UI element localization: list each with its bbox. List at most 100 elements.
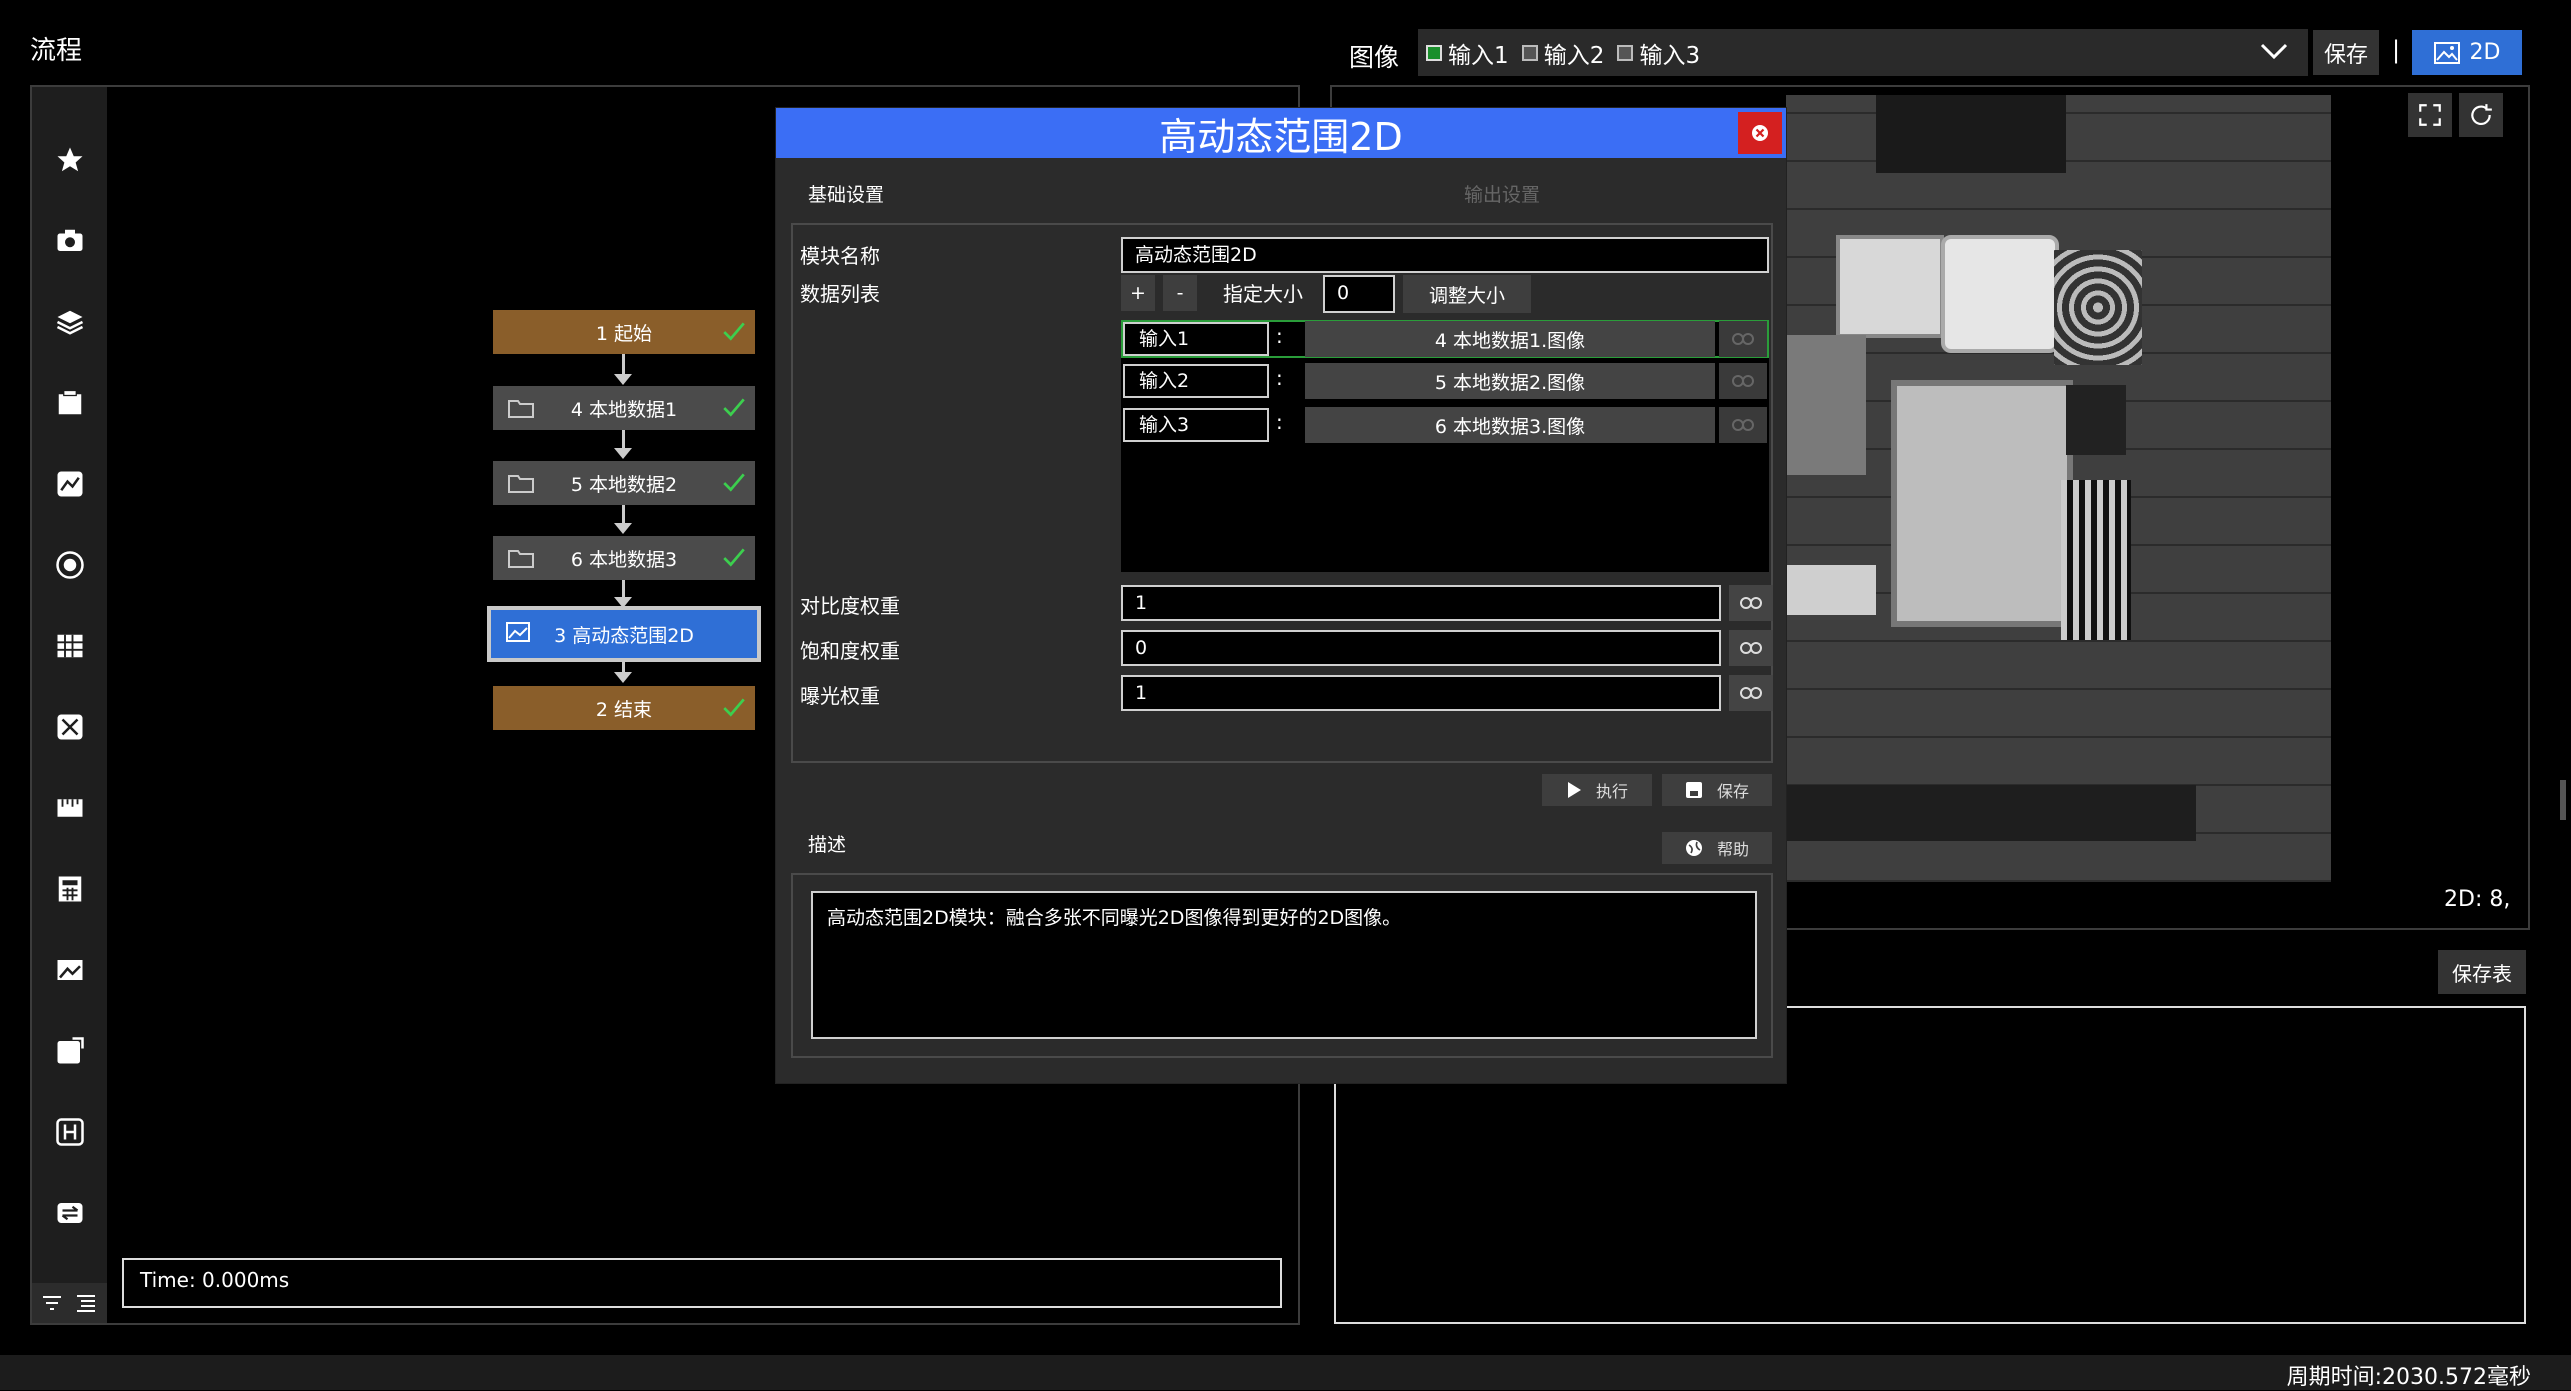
- node-label: 3 高动态范围2D: [554, 624, 694, 647]
- input2-checkbox[interactable]: 输入2: [1521, 29, 1605, 76]
- folder-icon: [508, 475, 534, 493]
- list-row-name[interactable]: 输入3: [1123, 408, 1269, 442]
- list-icon[interactable]: [74, 1291, 98, 1315]
- status-bar: 周期时间:2030.572毫秒: [0, 1355, 2571, 1390]
- input1-checkbox[interactable]: 输入1: [1426, 29, 1509, 76]
- flow-node-local-data-1[interactable]: 4 本地数据1: [493, 386, 755, 430]
- remove-row-button[interactable]: -: [1163, 275, 1197, 311]
- egg-tray: [2054, 250, 2142, 365]
- save-button[interactable]: 保存: [1662, 774, 1772, 806]
- basic-settings-section: 模块名称 高动态范围2D 数据列表 + - 指定大小 0 调整大小 输入1 : …: [791, 223, 1773, 763]
- list-row-name[interactable]: 输入2: [1123, 364, 1269, 398]
- flow-node-start[interactable]: 1 起始: [493, 310, 755, 354]
- play-icon: [1567, 782, 1581, 798]
- save-image-button[interactable]: 保存: [2313, 30, 2379, 75]
- floppy-icon: [1685, 782, 1702, 798]
- contrast-link-button[interactable]: [1729, 585, 1773, 621]
- coordinate-readout: 2D: 8,: [2444, 887, 2511, 912]
- tab-output-settings[interactable]: 输出设置: [1464, 180, 1540, 207]
- checkbox-box: [1426, 44, 1442, 61]
- flow-node-local-data-3[interactable]: 6 本地数据3: [493, 536, 755, 580]
- add-row-button[interactable]: +: [1121, 275, 1155, 311]
- check-icon: [723, 698, 745, 717]
- flow-connector: [622, 354, 625, 376]
- fullscreen-button[interactable]: [2408, 93, 2452, 137]
- camera-image[interactable]: [1786, 95, 2331, 882]
- node-label: 4 本地数据1: [570, 398, 678, 421]
- run-button[interactable]: 执行: [1542, 774, 1652, 806]
- transfer-icon[interactable]: [52, 1195, 88, 1231]
- picture-icon[interactable]: [52, 952, 88, 988]
- description-text: 高动态范围2D模块：融合多张不同曝光2D图像得到更好的2D图像。: [811, 891, 1757, 1039]
- save-label: 保存: [1716, 782, 1749, 801]
- flow-node-end[interactable]: 2 结束: [493, 686, 755, 730]
- white-container: [1941, 235, 2059, 353]
- exposure-link-button[interactable]: [1729, 675, 1773, 711]
- list-row-value[interactable]: 5 本地数据2.图像: [1305, 363, 1715, 399]
- list-row-value[interactable]: 4 本地数据1.图像: [1305, 321, 1715, 357]
- flow-node-local-data-2[interactable]: 5 本地数据2: [493, 461, 755, 505]
- dialog-title: 高动态范围2D: [776, 108, 1786, 159]
- tray-box: [1891, 380, 2073, 627]
- calculator-icon[interactable]: [52, 871, 88, 907]
- module-name-label: 模块名称: [800, 244, 880, 268]
- view-2d-button[interactable]: 2D: [2412, 30, 2522, 75]
- checkbox-box: [1617, 44, 1634, 61]
- close-icon: [1752, 125, 1768, 141]
- chevron-down-icon[interactable]: [2258, 35, 2290, 67]
- input2-label: 输入2: [1543, 42, 1605, 69]
- data-list: 输入1 : 4 本地数据1.图像 输入2 : 5 本地数据2.图像 输入3 : …: [1121, 320, 1769, 572]
- star-icon[interactable]: [52, 142, 88, 178]
- contrast-weight-input[interactable]: 1: [1121, 585, 1721, 621]
- flow-arrow: [614, 448, 632, 459]
- list-row-name[interactable]: 输入1: [1123, 322, 1269, 356]
- module-name-input[interactable]: 高动态范围2D: [1121, 237, 1769, 273]
- view-2d-label: 2D: [2469, 40, 2501, 65]
- link-icon: [1732, 375, 1754, 387]
- cycle-time: 周期时间:2030.572毫秒: [2286, 1365, 2531, 1390]
- node-label: 2 结束: [595, 698, 653, 721]
- flow-arrow: [614, 523, 632, 534]
- folder-icon: [508, 400, 534, 418]
- splitter-handle[interactable]: [2560, 780, 2566, 820]
- filter-icon[interactable]: [40, 1291, 64, 1315]
- dark-object: [1876, 95, 2066, 173]
- input3-checkbox[interactable]: 输入3: [1617, 29, 1700, 76]
- saturation-link-button[interactable]: [1729, 630, 1773, 666]
- help-button[interactable]: 帮助: [1662, 832, 1772, 864]
- globe-icon: [1685, 840, 1702, 856]
- row-link-button[interactable]: [1719, 321, 1767, 357]
- contrast-weight-label: 对比度权重: [800, 594, 900, 618]
- clipboard-icon[interactable]: [52, 385, 88, 421]
- save-table-button[interactable]: 保存表: [2438, 950, 2526, 994]
- resize-button[interactable]: 调整大小: [1403, 275, 1531, 313]
- calibrate-icon[interactable]: [52, 709, 88, 745]
- link-icon: [1740, 597, 1762, 609]
- saturation-weight-input[interactable]: 0: [1121, 630, 1721, 666]
- refresh-button[interactable]: [2459, 93, 2503, 137]
- link-icon: [1740, 687, 1762, 699]
- target-icon[interactable]: [52, 547, 88, 583]
- size-input[interactable]: 0: [1323, 275, 1395, 313]
- layers-icon[interactable]: [52, 304, 88, 340]
- row-link-button[interactable]: [1719, 407, 1767, 443]
- list-row-value[interactable]: 6 本地数据3.图像: [1305, 407, 1715, 443]
- close-button[interactable]: [1738, 112, 1782, 154]
- flow-node-hdr-2d[interactable]: 3 高动态范围2D: [487, 606, 761, 662]
- bottle: [1786, 565, 1876, 615]
- export-icon[interactable]: [52, 1033, 88, 1069]
- dark-object: [1786, 785, 2196, 841]
- node-label: 1 起始: [595, 322, 653, 345]
- saturation-weight-label: 饱和度权重: [800, 639, 900, 663]
- tab-basic-settings[interactable]: 基础设置: [808, 180, 884, 207]
- flow-arrow: [614, 672, 632, 683]
- image-edit-icon[interactable]: [52, 466, 88, 502]
- grid-icon[interactable]: [52, 628, 88, 664]
- snack-pack: [2061, 480, 2131, 640]
- interface-icon[interactable]: [52, 1114, 88, 1150]
- exposure-weight-input[interactable]: 1: [1121, 675, 1721, 711]
- camera-icon[interactable]: [52, 223, 88, 259]
- row-link-button[interactable]: [1719, 363, 1767, 399]
- ruler-icon[interactable]: [52, 790, 88, 826]
- image-source-bar[interactable]: 输入1 输入2 输入3: [1418, 29, 2308, 76]
